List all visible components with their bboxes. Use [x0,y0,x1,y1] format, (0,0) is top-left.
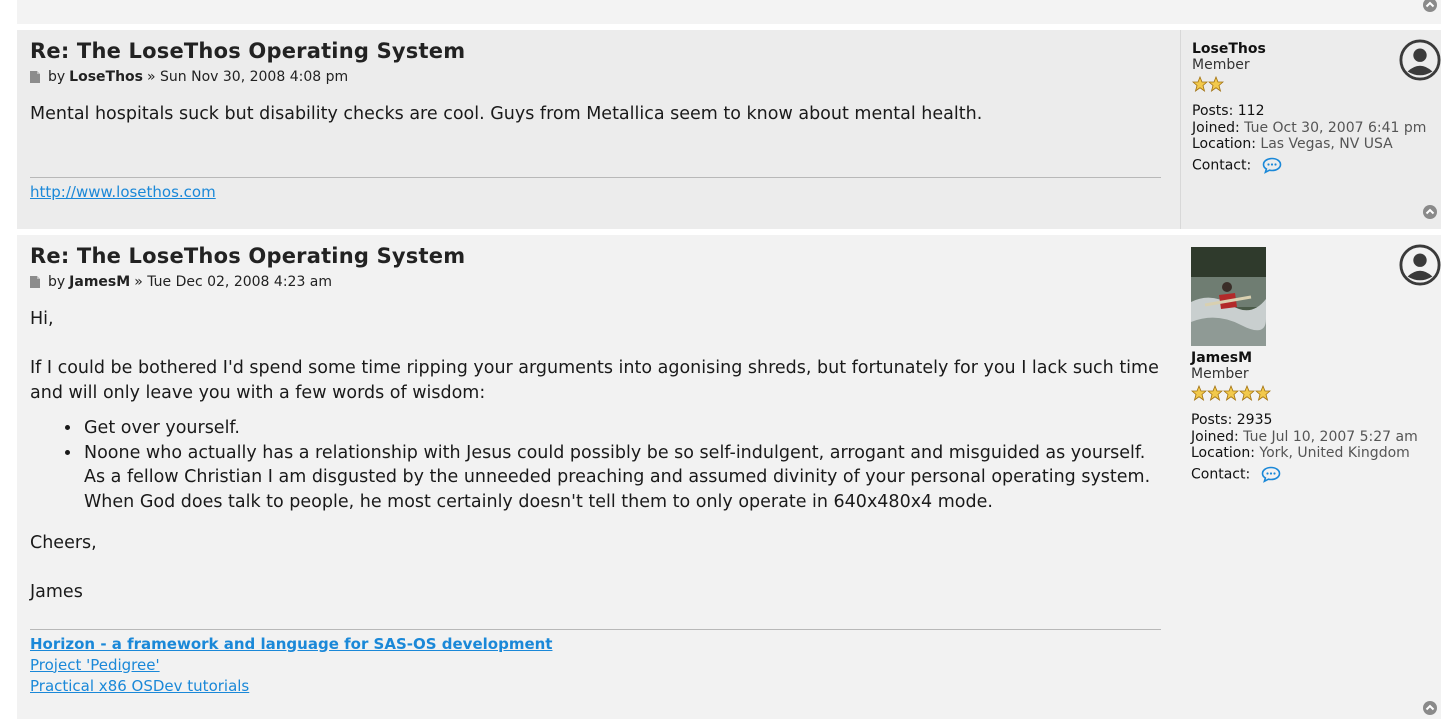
rank-star-icon [1191,385,1207,401]
profile-username[interactable]: JamesM [1191,350,1441,366]
post-author-line: by LoseThos » Sun Nov 30, 2008 4:08 pm [30,68,1161,86]
post-greeting: Hi, [30,309,54,329]
signature-link-pedigree[interactable]: Project 'Pedigree' [30,655,1161,676]
list-item: Get over yourself. [82,416,1161,441]
joined-date: Tue Oct 30, 2007 6:41 pm [1244,119,1427,136]
author-link[interactable]: LoseThos [69,69,143,85]
previous-post-tail [17,0,1441,24]
post-bullets: Get over yourself. Noone who actually ha… [82,416,1161,514]
back-to-top-icon[interactable] [1422,0,1438,13]
post-profile: JamesM Member Posts: 2935 Joined: Tue Ju… [1180,235,1441,719]
separator: » [147,69,156,85]
rank-star-icon [1255,385,1271,401]
joined-date: Tue Jul 10, 2007 5:27 am [1243,428,1418,445]
separator: » [134,274,143,290]
author-link[interactable]: JamesM [69,274,130,290]
post-losethos: Re: The LoseThos Operating System by Los… [17,30,1441,229]
signature-divider [30,176,1161,178]
contact-chat-icon[interactable] [1262,157,1282,174]
profile-details: Posts: 112 Joined: Tue Oct 30, 2007 6:41… [1192,103,1441,174]
post-body: Re: The LoseThos Operating System by Jam… [30,235,1161,697]
document-icon[interactable] [30,71,40,83]
signature-link-tutorials[interactable]: Practical x86 OSDev tutorials [30,676,1161,697]
post-content: Mental hospitals suck but disability che… [30,102,1161,127]
post-content: Hi, If I could be bothered I'd spend som… [30,307,1161,605]
profile-rank: Member [1191,366,1249,382]
post-title[interactable]: Re: The LoseThos Operating System [30,38,1161,64]
default-avatar-icon[interactable] [1399,39,1441,81]
by-label: by [48,69,66,85]
post-text: Mental hospitals suck but disability che… [30,104,983,124]
post-closing: Cheers, [30,533,97,553]
rank-star-icon [1223,385,1239,401]
contact-label: Contact: [1192,157,1252,173]
rank-star-icon [1208,76,1224,92]
location-value: Las Vegas, NV USA [1260,136,1393,152]
joined-label: Joined: [1192,119,1240,136]
post-date: Tue Dec 02, 2008 4:23 am [147,274,333,290]
post-author-line: by JamesM » Tue Dec 02, 2008 4:23 am [30,273,1161,291]
by-label: by [48,274,66,290]
location-label: Location: [1192,136,1256,152]
rank-star-icon [1192,76,1208,92]
posts-label: Posts: [1191,412,1233,428]
contact-label: Contact: [1191,466,1251,482]
list-item: Noone who actually has a relationship wi… [82,441,1161,515]
default-avatar-icon[interactable] [1399,244,1441,286]
rank-stars [1191,383,1441,403]
post-jamesm: Re: The LoseThos Operating System by Jam… [17,235,1441,719]
posts-label: Posts: [1192,103,1234,119]
location-value: York, United Kingdom [1259,445,1410,461]
location-label: Location: [1191,445,1255,461]
signature-divider [30,628,1161,630]
signature-link-horizon[interactable]: Horizon - a framework and language for S… [30,634,1161,655]
signature: Horizon - a framework and language for S… [30,634,1161,697]
signature-link[interactable]: http://www.losethos.com [30,182,1161,203]
document-icon[interactable] [30,276,40,288]
post-date: Sun Nov 30, 2008 4:08 pm [160,69,349,85]
post-body: Re: The LoseThos Operating System by Los… [30,30,1161,203]
joined-label: Joined: [1191,428,1239,445]
profile-details: Posts: 2935 Joined: Tue Jul 10, 2007 5:2… [1191,412,1441,483]
contact-chat-icon[interactable] [1261,466,1281,483]
back-to-top-icon[interactable] [1422,700,1438,716]
post-signoff: James [30,582,83,602]
user-avatar[interactable] [1191,247,1266,346]
rank-star-icon [1207,385,1223,401]
post-profile: LoseThos Member Posts: 112 Joined: Tue O… [1180,30,1441,229]
posts-count[interactable]: 112 [1238,103,1265,119]
posts-count[interactable]: 2935 [1237,412,1273,428]
rank-star-icon [1239,385,1255,401]
post-title[interactable]: Re: The LoseThos Operating System [30,243,1161,269]
post-intro: If I could be bothered I'd spend some ti… [30,358,1159,403]
back-to-top-icon[interactable] [1422,204,1438,220]
signature: http://www.losethos.com [30,182,1161,203]
